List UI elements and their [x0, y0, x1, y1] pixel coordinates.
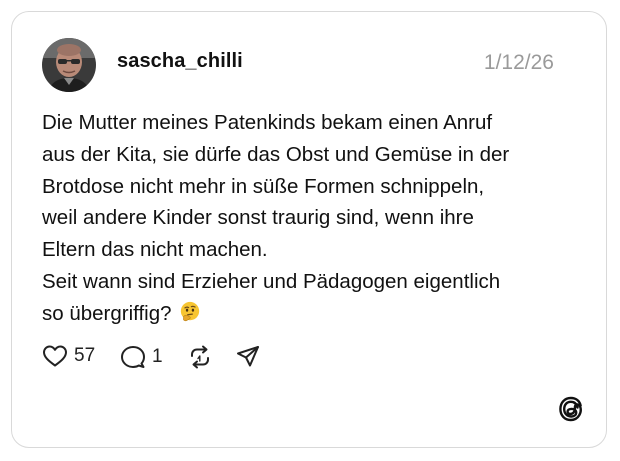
like-count: 57	[74, 345, 96, 366]
post-text-line: weil andere Kinder sonst traurig sind, w…	[42, 206, 474, 230]
comment-icon	[121, 346, 145, 368]
thinking-face-icon	[181, 301, 200, 321]
heart-icon	[43, 345, 67, 367]
like-button[interactable]: 57	[42, 344, 95, 368]
post-text-line: Die Mutter meines Patenkinds bekam einen…	[42, 111, 493, 134]
post-text-line: so übergriffig?	[42, 301, 172, 325]
reply-button[interactable]: 1	[120, 344, 163, 370]
post-date: 1/12/26	[483, 51, 554, 74]
post-text-line: Brotdose nicht mehr in süße Formen schni…	[42, 174, 485, 198]
threads-logo-svg	[559, 396, 582, 422]
post-text-line: Eltern das nicht machen.	[42, 238, 268, 262]
avatar[interactable]	[42, 38, 96, 92]
repost-button[interactable]	[187, 344, 213, 370]
share-button[interactable]	[235, 344, 261, 370]
threads-logo-icon[interactable]	[557, 394, 585, 424]
username[interactable]: sascha_chilli	[117, 50, 243, 73]
post-text-line-last: so übergriffig?	[42, 298, 572, 330]
post-text: Die Mutter meines Patenkinds bekam einen…	[42, 107, 572, 330]
repost-icon	[191, 345, 209, 369]
avatar-image	[42, 38, 96, 92]
reply-count: 1	[152, 346, 163, 367]
post-text-line: Seit wann sind Erzieher und Pädagogen ei…	[42, 269, 501, 293]
share-icon	[237, 346, 259, 367]
post-text-line: aus der Kita, sie dürfe das Obst und Gem…	[42, 142, 510, 166]
